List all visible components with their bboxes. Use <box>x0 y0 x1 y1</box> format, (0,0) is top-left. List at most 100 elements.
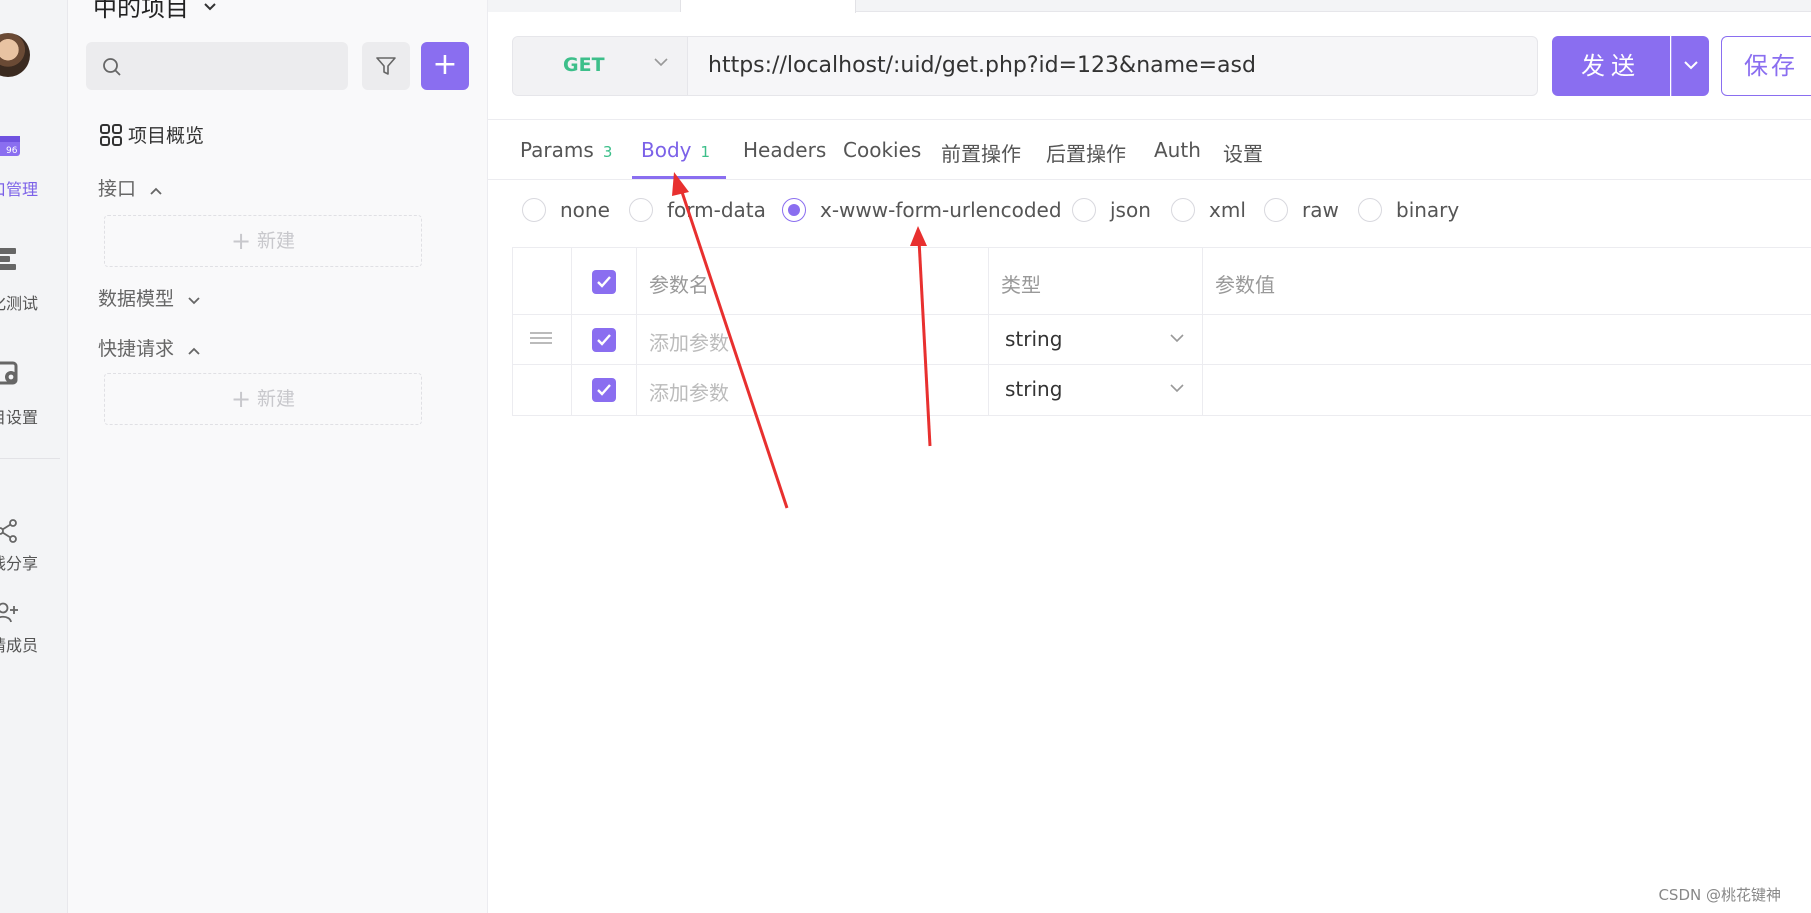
check-icon <box>597 276 611 288</box>
row-checkbox-cell <box>572 315 637 364</box>
drag-column-header <box>513 248 572 314</box>
tab-body[interactable]: Body 1 <box>641 138 710 162</box>
project-overview-label: 项目概览 <box>128 125 205 147</box>
tab-params[interactable]: Params 3 <box>520 138 612 162</box>
drag-handle-cell <box>513 365 572 415</box>
radio-icon <box>522 198 546 222</box>
url-bar: GET https://localhost/:uid/get.php?id=12… <box>512 36 1538 96</box>
body-type-form-data[interactable]: form-data <box>629 198 766 222</box>
radio-icon <box>1358 198 1382 222</box>
column-header-value-label: 参数值 <box>1215 273 1275 297</box>
tab-settings[interactable]: 设置 <box>1223 138 1263 167</box>
body-type-xml[interactable]: xml <box>1171 198 1246 222</box>
group-data-models[interactable]: 数据模型 <box>98 284 200 311</box>
project-tree-sidebar: 中的项目 + 项目概览 接口 + 新建 数据模型 快捷请求 + 新建 <box>68 0 488 913</box>
radio-icon <box>1264 198 1288 222</box>
body-type-none-label: none <box>560 198 610 222</box>
tab-post-actions[interactable]: 后置操作 <box>1046 138 1126 167</box>
group-interfaces-label: 接口 <box>98 178 137 200</box>
plus-icon: + <box>432 47 458 82</box>
rail-label-api-management: 口管理 <box>0 180 39 199</box>
icon-rail: 96 口管理 化测试 目设置 线分享 <box>0 0 68 913</box>
radio-icon <box>1072 198 1096 222</box>
param-name-input[interactable]: 添加参数 <box>637 315 989 364</box>
group-quick-requests[interactable]: 快捷请求 <box>98 334 200 361</box>
chevron-down-icon <box>1684 61 1698 70</box>
param-type-select[interactable]: string <box>989 365 1203 415</box>
tab-post-actions-label: 后置操作 <box>1046 142 1126 166</box>
chevron-down-icon <box>203 3 216 11</box>
rail-separator <box>0 458 60 459</box>
project-title[interactable]: 中的项目 <box>93 0 217 23</box>
body-type-json[interactable]: json <box>1072 198 1151 222</box>
active-tab-indicator <box>632 176 726 179</box>
body-type-raw-label: raw <box>1302 198 1339 222</box>
send-button[interactable]: 发送 <box>1552 36 1670 96</box>
param-name-placeholder: 添加参数 <box>649 331 729 355</box>
send-options-button[interactable] <box>1671 36 1709 96</box>
project-settings-icon <box>0 361 18 385</box>
project-overview-item[interactable]: 项目概览 <box>100 121 204 148</box>
save-button[interactable]: 保存 <box>1721 36 1811 96</box>
filter-button[interactable] <box>362 42 410 90</box>
group-quick-requests-label: 快捷请求 <box>98 338 175 360</box>
tab-auth-label: Auth <box>1154 138 1201 162</box>
body-type-none[interactable]: none <box>522 198 610 222</box>
param-type-select[interactable]: string <box>989 315 1203 364</box>
url-input[interactable]: https://localhost/:uid/get.php?id=123&na… <box>708 53 1256 78</box>
new-quick-request-label: 新建 <box>257 388 296 410</box>
row-checkbox[interactable] <box>592 378 616 402</box>
radio-icon <box>629 198 653 222</box>
column-header-value: 参数值 <box>1203 248 1811 314</box>
column-header-name: 参数名 <box>637 248 989 314</box>
automation-test-icon <box>0 248 16 270</box>
chevron-down-icon <box>1170 384 1184 393</box>
body-type-binary[interactable]: binary <box>1358 198 1459 222</box>
document-tab[interactable] <box>488 0 681 12</box>
group-interfaces[interactable]: 接口 <box>98 174 162 201</box>
param-type-value: string <box>1005 377 1063 401</box>
plus-icon: + <box>230 385 252 413</box>
rail-label-automation-test: 化测试 <box>0 294 39 313</box>
new-quick-request-button[interactable]: + 新建 <box>104 373 422 425</box>
check-icon <box>597 334 611 346</box>
param-type-value: string <box>1005 327 1063 351</box>
svg-text:96: 96 <box>6 146 18 156</box>
tab-auth[interactable]: Auth <box>1154 138 1201 162</box>
tab-pre-actions[interactable]: 前置操作 <box>941 138 1021 167</box>
rail-label-share: 线分享 <box>0 554 39 573</box>
document-tab-active[interactable] <box>681 0 856 13</box>
method-label: GET <box>563 54 605 76</box>
row-checkbox[interactable] <box>592 328 616 352</box>
select-all-checkbox[interactable] <box>592 270 616 294</box>
drag-handle-icon <box>530 332 552 344</box>
row-checkbox-cell <box>572 365 637 415</box>
tree-search-input[interactable] <box>86 42 348 90</box>
watermark: CSDN @桃花键神 <box>1658 886 1781 904</box>
search-icon <box>103 58 121 76</box>
param-name-placeholder: 添加参数 <box>649 381 729 405</box>
filter-icon <box>376 57 396 75</box>
drag-handle-cell[interactable] <box>513 315 572 364</box>
group-data-models-label: 数据模型 <box>98 288 175 310</box>
param-value-input[interactable] <box>1203 365 1811 415</box>
body-type-json-label: json <box>1110 198 1151 222</box>
user-avatar[interactable] <box>0 33 30 77</box>
param-value-input[interactable] <box>1203 315 1811 364</box>
document-tab-strip <box>488 0 1811 13</box>
add-button[interactable]: + <box>421 42 469 90</box>
method-select[interactable]: GET <box>513 37 688 95</box>
column-header-type: 类型 <box>989 248 1203 314</box>
share-icon <box>0 519 17 543</box>
check-icon <box>597 384 611 396</box>
tab-headers[interactable]: Headers <box>743 138 826 162</box>
new-interface-button[interactable]: + 新建 <box>104 215 422 267</box>
chevron-down-icon <box>188 297 200 305</box>
body-type-x-www-form-urlencoded[interactable]: x-www-form-urlencoded <box>782 198 1062 222</box>
body-type-urlencoded-label: x-www-form-urlencoded <box>820 198 1062 222</box>
params-table: 参数名 类型 参数值 添加参数 string 添加参数 string <box>512 247 1811 416</box>
param-name-input[interactable]: 添加参数 <box>637 365 989 415</box>
new-interface-label: 新建 <box>257 230 296 252</box>
tab-cookies[interactable]: Cookies <box>843 138 921 162</box>
body-type-raw[interactable]: raw <box>1264 198 1339 222</box>
